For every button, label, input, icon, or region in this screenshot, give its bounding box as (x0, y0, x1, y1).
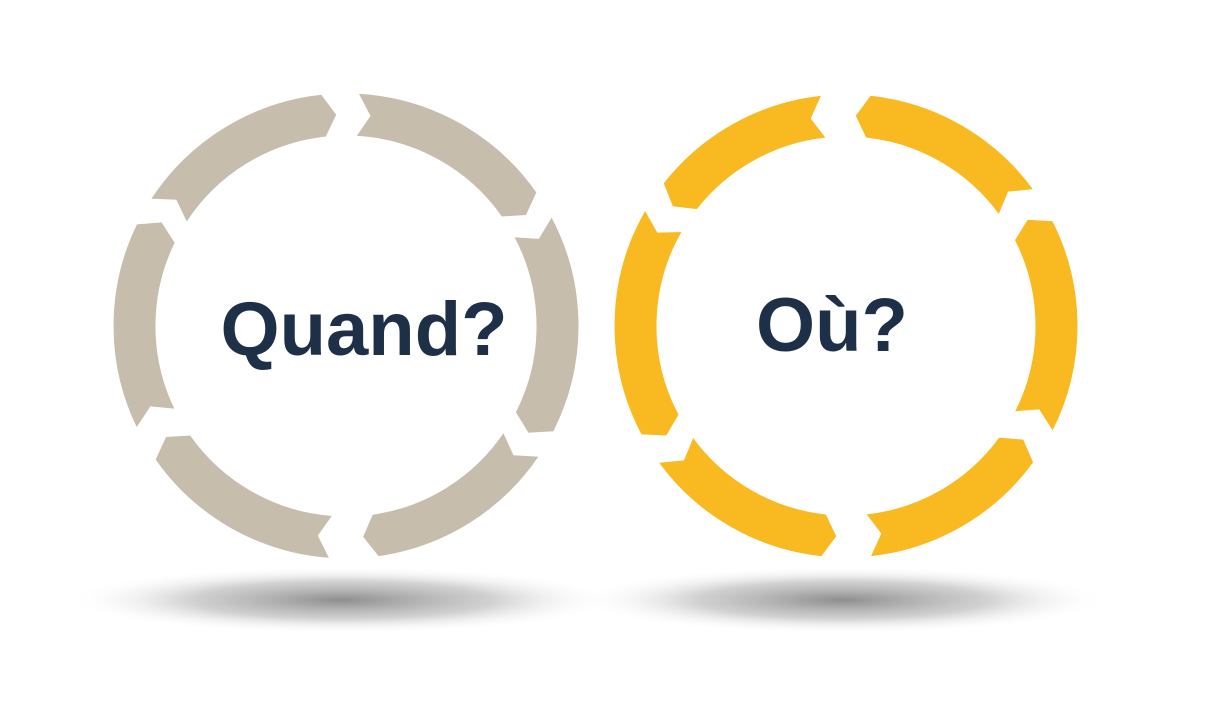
shadow-left (67, 566, 617, 634)
label-quand: Quand? (220, 287, 508, 372)
ring-shadows (67, 566, 1107, 634)
left-ring-segment-top-right (354, 92, 538, 218)
shadow-right (577, 566, 1107, 634)
left-ring-segment-right (512, 215, 580, 434)
right-ring-segment-top-right (854, 94, 1035, 216)
left-ring-segment-left (112, 221, 177, 430)
label-ou: Où? (756, 283, 908, 368)
right-ring-segment-bottom-right (864, 436, 1035, 558)
diagram-canvas: Quand? Où? (0, 0, 1209, 696)
left-ring-segment-bottom-left (154, 434, 334, 559)
interlocking-rings-diagram (67, 92, 1107, 634)
right-ring-segment-top-left (662, 94, 828, 211)
left-ring-segment-top-left (149, 93, 338, 224)
right-ring-segment-right (1013, 218, 1079, 433)
right-ring-segment-left (613, 208, 684, 437)
left-ring-segment-bottom-right (362, 431, 541, 558)
right-ring-segment-bottom-left (657, 436, 838, 558)
